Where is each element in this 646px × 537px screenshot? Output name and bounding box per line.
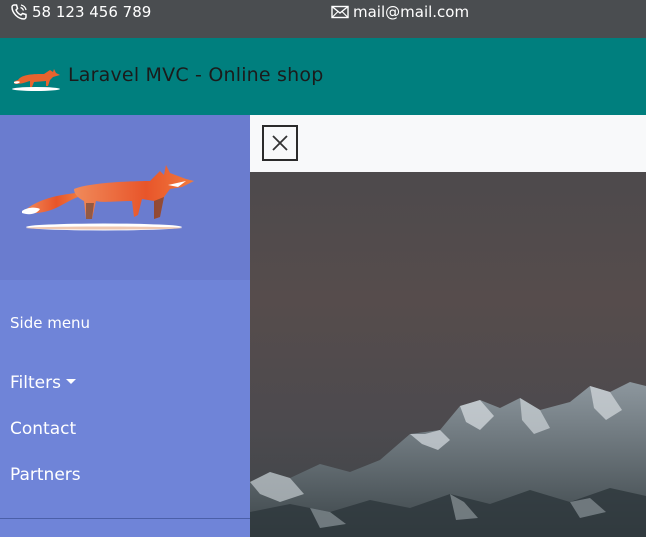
sidebar-item-label: Partners bbox=[10, 465, 81, 485]
phone-number: 58 123 456 789 bbox=[32, 3, 152, 21]
mail-icon bbox=[331, 5, 349, 19]
fox-logo-icon[interactable] bbox=[10, 62, 62, 94]
sidebar-heading: Side menu bbox=[10, 314, 91, 332]
contact-bar: 58 123 456 789 mail@mail.com bbox=[0, 0, 646, 38]
mountain-image bbox=[250, 172, 646, 537]
sidebar-divider bbox=[0, 518, 250, 519]
sidebar-item-contact[interactable]: Contact bbox=[10, 419, 76, 439]
hero-image bbox=[250, 172, 646, 537]
sidebar-logo-area bbox=[0, 115, 250, 280]
content-toolbar bbox=[250, 115, 646, 172]
caret-down-icon bbox=[65, 378, 76, 384]
site-header: Laravel MVC - Online shop bbox=[0, 38, 646, 115]
sidebar-item-label: Contact bbox=[10, 419, 77, 439]
close-icon bbox=[272, 135, 288, 151]
site-title[interactable]: Laravel MVC - Online shop bbox=[68, 64, 323, 86]
close-sidebar-button[interactable] bbox=[262, 125, 298, 161]
sidebar-menu-area: Side menu Filters Contact Partners bbox=[0, 280, 250, 537]
side-menu: Side menu Filters Contact Partners bbox=[0, 115, 250, 537]
email-address: mail@mail.com bbox=[353, 3, 470, 21]
sidebar-item-partners[interactable]: Partners bbox=[10, 465, 81, 485]
email-contact[interactable]: mail@mail.com bbox=[331, 2, 469, 22]
fox-logo-icon bbox=[22, 165, 194, 231]
phone-contact[interactable]: 58 123 456 789 bbox=[10, 2, 151, 22]
sidebar-item-filters[interactable]: Filters bbox=[10, 373, 76, 393]
sidebar-item-label: Filters bbox=[10, 373, 61, 393]
phone-icon bbox=[11, 4, 27, 20]
